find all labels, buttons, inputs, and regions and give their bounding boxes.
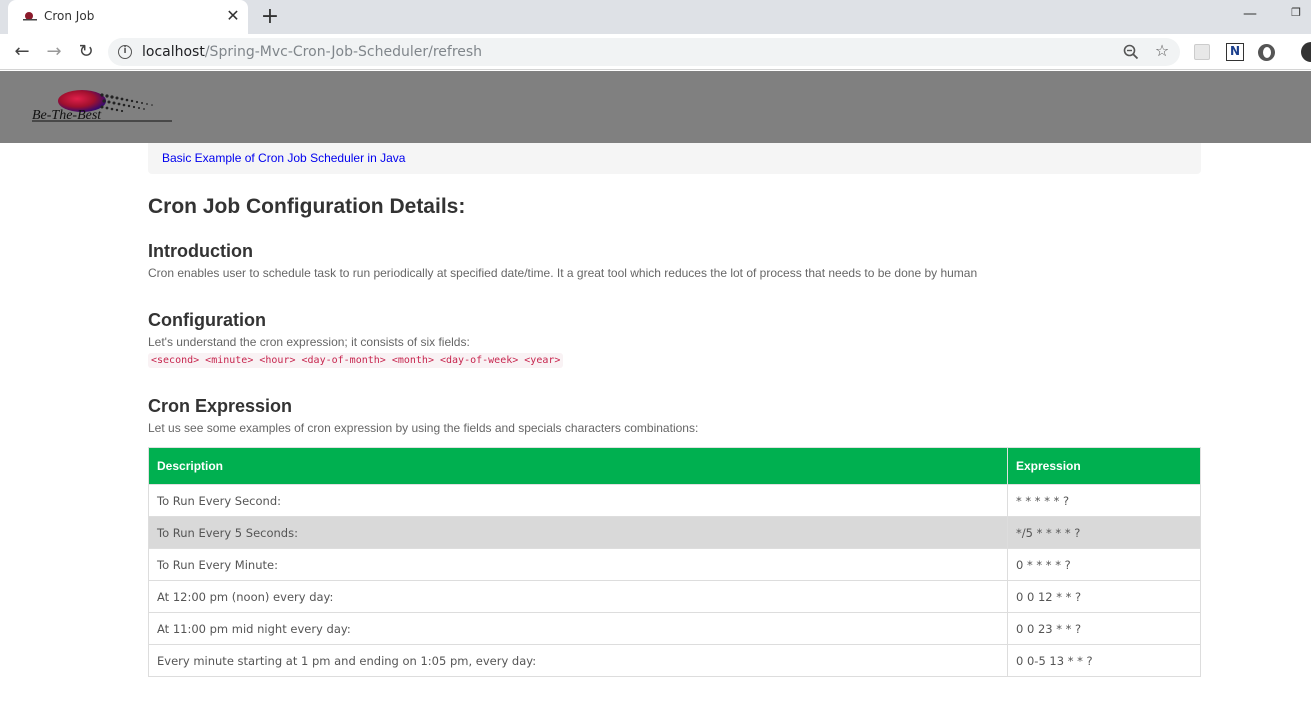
star-icon[interactable]: ☆ xyxy=(1152,41,1172,61)
page-title: Cron Job Configuration Details: xyxy=(148,195,466,218)
introduction-text: Cron enables user to schedule task to ru… xyxy=(148,266,978,280)
extension-icon[interactable] xyxy=(1194,44,1210,60)
table-row: At 12:00 pm (noon) every day: 0 0 12 * *… xyxy=(148,580,1201,613)
configuration-text: Let's understand the cron expression; it… xyxy=(148,335,470,349)
cron-expression-heading: Cron Expression xyxy=(148,396,293,416)
table-row: To Run Every Minute: 0 * * * * ? xyxy=(148,548,1201,581)
address-bar[interactable]: i localhost/Spring-Mvc-Cron-Job-Schedule… xyxy=(108,38,1180,66)
row-description: To Run Every Minute: xyxy=(148,548,1008,581)
browser-tab-bar: Cron Job ✕ + — ❐ xyxy=(0,0,1311,34)
table-row: To Run Every Second: * * * * * ? xyxy=(148,484,1201,517)
minimize-window-button[interactable]: — xyxy=(1238,6,1262,26)
be-the-best-logo: Be-The-Best xyxy=(32,90,172,123)
info-icon[interactable]: i xyxy=(118,45,132,59)
url-text[interactable]: localhost/Spring-Mvc-Cron-Job-Scheduler/… xyxy=(142,44,482,60)
row-expression: 0 * * * * ? xyxy=(1007,548,1201,581)
new-tab-button[interactable]: + xyxy=(258,5,282,29)
row-description: To Run Every Second: xyxy=(148,484,1008,517)
browser-toolbar: ← → ↻ i localhost/Spring-Mvc-Cron-Job-Sc… xyxy=(0,34,1311,70)
browser-tab[interactable]: Cron Job ✕ xyxy=(8,0,248,34)
reload-icon[interactable]: ↻ xyxy=(74,40,98,64)
back-arrow-icon[interactable]: ← xyxy=(10,40,34,64)
close-tab-icon[interactable]: ✕ xyxy=(224,7,242,25)
expression-column-header: Expression xyxy=(1007,447,1201,485)
table-row: To Run Every 5 Seconds: */5 * * * * ? xyxy=(148,516,1201,549)
breadcrumb: Basic Example of Cron Job Scheduler in J… xyxy=(148,143,1201,174)
configuration-heading: Configuration xyxy=(148,310,266,330)
n-extension-icon[interactable]: N xyxy=(1226,43,1244,61)
table-row: At 11:00 pm mid night every day: 0 0 23 … xyxy=(148,612,1201,645)
cron-fields-code: <second> <minute> <hour> <day-of-month> … xyxy=(148,353,564,368)
restore-window-button[interactable]: ❐ xyxy=(1286,6,1306,26)
forward-arrow-icon[interactable]: → xyxy=(42,40,66,64)
tab-title: Cron Job xyxy=(44,9,95,23)
row-description: At 11:00 pm mid night every day: xyxy=(148,612,1008,645)
row-expression: * * * * * ? xyxy=(1007,484,1201,517)
table-header-row: Description Expression xyxy=(148,447,1201,485)
row-expression: 0 0 12 * * ? xyxy=(1007,580,1201,613)
row-expression: */5 * * * * ? xyxy=(1007,516,1201,549)
introduction-heading: Introduction xyxy=(148,241,253,261)
url-host: localhost xyxy=(142,44,205,60)
row-description: At 12:00 pm (noon) every day: xyxy=(148,580,1008,613)
table-row: Every minute starting at 1 pm and ending… xyxy=(148,644,1201,677)
url-path: /Spring-Mvc-Cron-Job-Scheduler/refresh xyxy=(204,44,483,60)
row-expression: 0 0-5 13 * * ? xyxy=(1007,644,1201,677)
row-description: Every minute starting at 1 pm and ending… xyxy=(148,644,1008,677)
profile-avatar[interactable] xyxy=(1301,42,1311,62)
description-column-header: Description xyxy=(148,447,1008,485)
row-expression: 0 0 23 * * ? xyxy=(1007,612,1201,645)
cron-expression-text: Let us see some examples of cron express… xyxy=(148,421,699,435)
favicon-icon xyxy=(23,12,37,21)
breadcrumb-link[interactable]: Basic Example of Cron Job Scheduler in J… xyxy=(162,151,405,165)
cron-examples-table: Description Expression To Run Every Seco… xyxy=(148,447,1201,677)
row-description: To Run Every 5 Seconds: xyxy=(148,516,1008,549)
dark-mode-extension-icon[interactable] xyxy=(1258,44,1275,61)
zoom-icon[interactable] xyxy=(1122,43,1140,61)
site-header: Be-The-Best xyxy=(0,71,1311,143)
